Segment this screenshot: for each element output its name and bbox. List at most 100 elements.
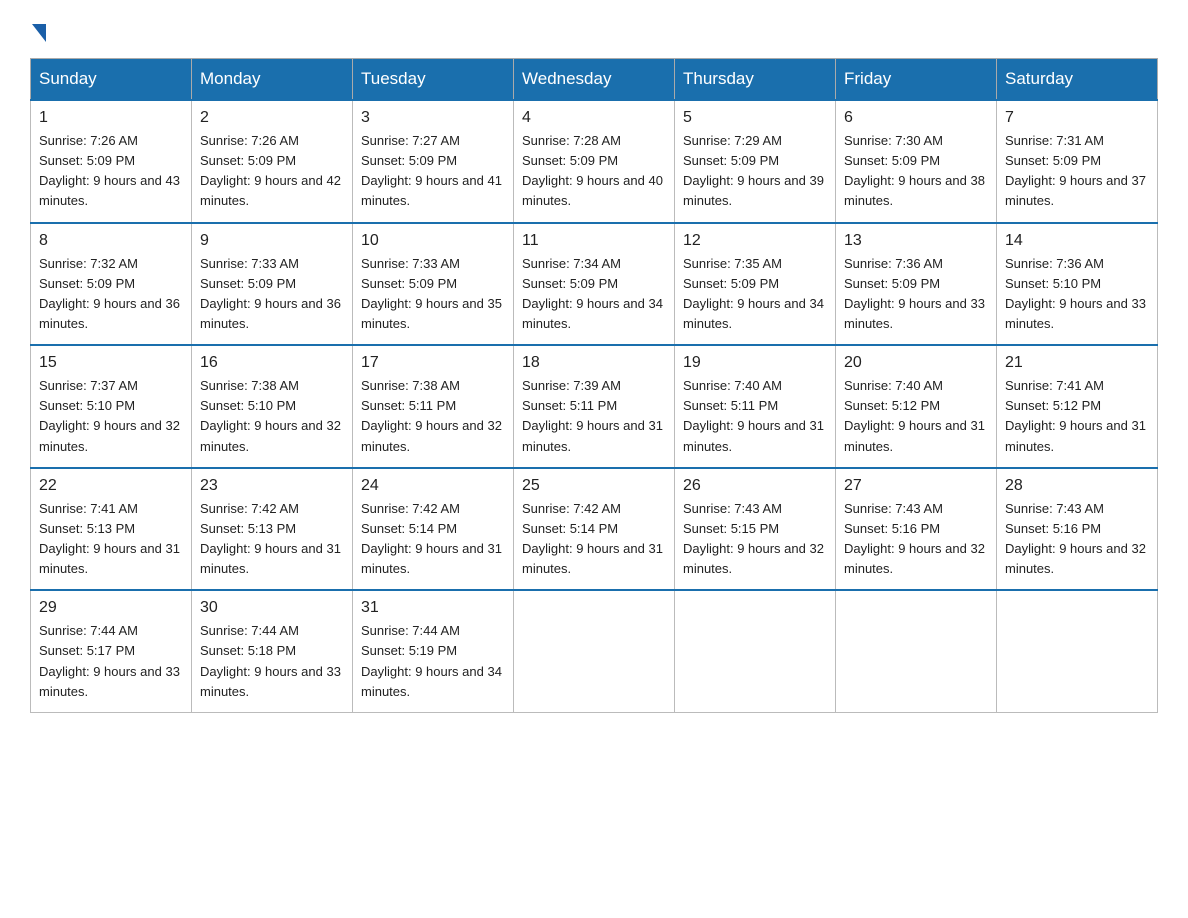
day-number: 23 [200, 477, 344, 495]
calendar-cell: 21 Sunrise: 7:41 AMSunset: 5:12 PMDaylig… [997, 345, 1158, 468]
day-info: Sunrise: 7:38 AMSunset: 5:11 PMDaylight:… [361, 378, 502, 453]
day-number: 22 [39, 477, 183, 495]
calendar-cell [675, 590, 836, 712]
day-info: Sunrise: 7:40 AMSunset: 5:11 PMDaylight:… [683, 378, 824, 453]
calendar-cell: 15 Sunrise: 7:37 AMSunset: 5:10 PMDaylig… [31, 345, 192, 468]
calendar-cell [514, 590, 675, 712]
calendar-header-row: SundayMondayTuesdayWednesdayThursdayFrid… [31, 59, 1158, 101]
calendar-table: SundayMondayTuesdayWednesdayThursdayFrid… [30, 58, 1158, 713]
calendar-cell [836, 590, 997, 712]
day-number: 20 [844, 354, 988, 372]
day-info: Sunrise: 7:44 AMSunset: 5:19 PMDaylight:… [361, 623, 502, 698]
day-info: Sunrise: 7:36 AMSunset: 5:10 PMDaylight:… [1005, 256, 1146, 331]
day-info: Sunrise: 7:41 AMSunset: 5:13 PMDaylight:… [39, 501, 180, 576]
day-info: Sunrise: 7:39 AMSunset: 5:11 PMDaylight:… [522, 378, 663, 453]
day-info: Sunrise: 7:44 AMSunset: 5:18 PMDaylight:… [200, 623, 341, 698]
day-info: Sunrise: 7:27 AMSunset: 5:09 PMDaylight:… [361, 133, 502, 208]
calendar-cell: 5 Sunrise: 7:29 AMSunset: 5:09 PMDayligh… [675, 100, 836, 223]
calendar-cell: 17 Sunrise: 7:38 AMSunset: 5:11 PMDaylig… [353, 345, 514, 468]
day-info: Sunrise: 7:42 AMSunset: 5:14 PMDaylight:… [522, 501, 663, 576]
day-info: Sunrise: 7:34 AMSunset: 5:09 PMDaylight:… [522, 256, 663, 331]
day-info: Sunrise: 7:42 AMSunset: 5:14 PMDaylight:… [361, 501, 502, 576]
calendar-cell: 23 Sunrise: 7:42 AMSunset: 5:13 PMDaylig… [192, 468, 353, 591]
day-number: 11 [522, 232, 666, 250]
day-header-friday: Friday [836, 59, 997, 101]
day-header-tuesday: Tuesday [353, 59, 514, 101]
day-header-sunday: Sunday [31, 59, 192, 101]
day-number: 9 [200, 232, 344, 250]
day-number: 1 [39, 109, 183, 127]
logo-arrow-icon [32, 24, 46, 42]
day-number: 15 [39, 354, 183, 372]
day-number: 5 [683, 109, 827, 127]
day-info: Sunrise: 7:41 AMSunset: 5:12 PMDaylight:… [1005, 378, 1146, 453]
day-number: 29 [39, 599, 183, 617]
day-info: Sunrise: 7:38 AMSunset: 5:10 PMDaylight:… [200, 378, 341, 453]
day-number: 30 [200, 599, 344, 617]
calendar-cell: 12 Sunrise: 7:35 AMSunset: 5:09 PMDaylig… [675, 223, 836, 346]
day-info: Sunrise: 7:35 AMSunset: 5:09 PMDaylight:… [683, 256, 824, 331]
day-info: Sunrise: 7:44 AMSunset: 5:17 PMDaylight:… [39, 623, 180, 698]
day-number: 6 [844, 109, 988, 127]
logo [30, 20, 46, 38]
day-info: Sunrise: 7:30 AMSunset: 5:09 PMDaylight:… [844, 133, 985, 208]
calendar-cell: 28 Sunrise: 7:43 AMSunset: 5:16 PMDaylig… [997, 468, 1158, 591]
calendar-week-4: 22 Sunrise: 7:41 AMSunset: 5:13 PMDaylig… [31, 468, 1158, 591]
day-info: Sunrise: 7:37 AMSunset: 5:10 PMDaylight:… [39, 378, 180, 453]
day-info: Sunrise: 7:33 AMSunset: 5:09 PMDaylight:… [361, 256, 502, 331]
day-info: Sunrise: 7:32 AMSunset: 5:09 PMDaylight:… [39, 256, 180, 331]
day-number: 21 [1005, 354, 1149, 372]
day-number: 25 [522, 477, 666, 495]
day-number: 28 [1005, 477, 1149, 495]
day-info: Sunrise: 7:43 AMSunset: 5:16 PMDaylight:… [1005, 501, 1146, 576]
calendar-cell: 27 Sunrise: 7:43 AMSunset: 5:16 PMDaylig… [836, 468, 997, 591]
day-number: 7 [1005, 109, 1149, 127]
day-number: 8 [39, 232, 183, 250]
calendar-cell: 31 Sunrise: 7:44 AMSunset: 5:19 PMDaylig… [353, 590, 514, 712]
day-info: Sunrise: 7:26 AMSunset: 5:09 PMDaylight:… [200, 133, 341, 208]
day-info: Sunrise: 7:43 AMSunset: 5:15 PMDaylight:… [683, 501, 824, 576]
calendar-week-2: 8 Sunrise: 7:32 AMSunset: 5:09 PMDayligh… [31, 223, 1158, 346]
calendar-cell: 19 Sunrise: 7:40 AMSunset: 5:11 PMDaylig… [675, 345, 836, 468]
day-info: Sunrise: 7:28 AMSunset: 5:09 PMDaylight:… [522, 133, 663, 208]
day-number: 31 [361, 599, 505, 617]
calendar-cell: 10 Sunrise: 7:33 AMSunset: 5:09 PMDaylig… [353, 223, 514, 346]
day-number: 16 [200, 354, 344, 372]
day-number: 12 [683, 232, 827, 250]
day-info: Sunrise: 7:33 AMSunset: 5:09 PMDaylight:… [200, 256, 341, 331]
calendar-cell: 6 Sunrise: 7:30 AMSunset: 5:09 PMDayligh… [836, 100, 997, 223]
page-header [30, 20, 1158, 38]
calendar-cell: 4 Sunrise: 7:28 AMSunset: 5:09 PMDayligh… [514, 100, 675, 223]
day-header-monday: Monday [192, 59, 353, 101]
calendar-cell: 13 Sunrise: 7:36 AMSunset: 5:09 PMDaylig… [836, 223, 997, 346]
day-number: 4 [522, 109, 666, 127]
day-header-wednesday: Wednesday [514, 59, 675, 101]
calendar-cell: 29 Sunrise: 7:44 AMSunset: 5:17 PMDaylig… [31, 590, 192, 712]
calendar-week-3: 15 Sunrise: 7:37 AMSunset: 5:10 PMDaylig… [31, 345, 1158, 468]
calendar-cell: 25 Sunrise: 7:42 AMSunset: 5:14 PMDaylig… [514, 468, 675, 591]
calendar-cell: 8 Sunrise: 7:32 AMSunset: 5:09 PMDayligh… [31, 223, 192, 346]
day-number: 27 [844, 477, 988, 495]
calendar-cell: 1 Sunrise: 7:26 AMSunset: 5:09 PMDayligh… [31, 100, 192, 223]
day-info: Sunrise: 7:26 AMSunset: 5:09 PMDaylight:… [39, 133, 180, 208]
day-info: Sunrise: 7:29 AMSunset: 5:09 PMDaylight:… [683, 133, 824, 208]
calendar-cell: 7 Sunrise: 7:31 AMSunset: 5:09 PMDayligh… [997, 100, 1158, 223]
day-number: 10 [361, 232, 505, 250]
calendar-cell: 18 Sunrise: 7:39 AMSunset: 5:11 PMDaylig… [514, 345, 675, 468]
calendar-week-5: 29 Sunrise: 7:44 AMSunset: 5:17 PMDaylig… [31, 590, 1158, 712]
calendar-cell: 16 Sunrise: 7:38 AMSunset: 5:10 PMDaylig… [192, 345, 353, 468]
day-number: 18 [522, 354, 666, 372]
day-number: 14 [1005, 232, 1149, 250]
day-number: 24 [361, 477, 505, 495]
day-info: Sunrise: 7:31 AMSunset: 5:09 PMDaylight:… [1005, 133, 1146, 208]
calendar-cell: 30 Sunrise: 7:44 AMSunset: 5:18 PMDaylig… [192, 590, 353, 712]
day-header-thursday: Thursday [675, 59, 836, 101]
calendar-week-1: 1 Sunrise: 7:26 AMSunset: 5:09 PMDayligh… [31, 100, 1158, 223]
calendar-cell [997, 590, 1158, 712]
day-number: 17 [361, 354, 505, 372]
day-number: 19 [683, 354, 827, 372]
day-info: Sunrise: 7:43 AMSunset: 5:16 PMDaylight:… [844, 501, 985, 576]
calendar-cell: 22 Sunrise: 7:41 AMSunset: 5:13 PMDaylig… [31, 468, 192, 591]
day-info: Sunrise: 7:40 AMSunset: 5:12 PMDaylight:… [844, 378, 985, 453]
calendar-cell: 9 Sunrise: 7:33 AMSunset: 5:09 PMDayligh… [192, 223, 353, 346]
